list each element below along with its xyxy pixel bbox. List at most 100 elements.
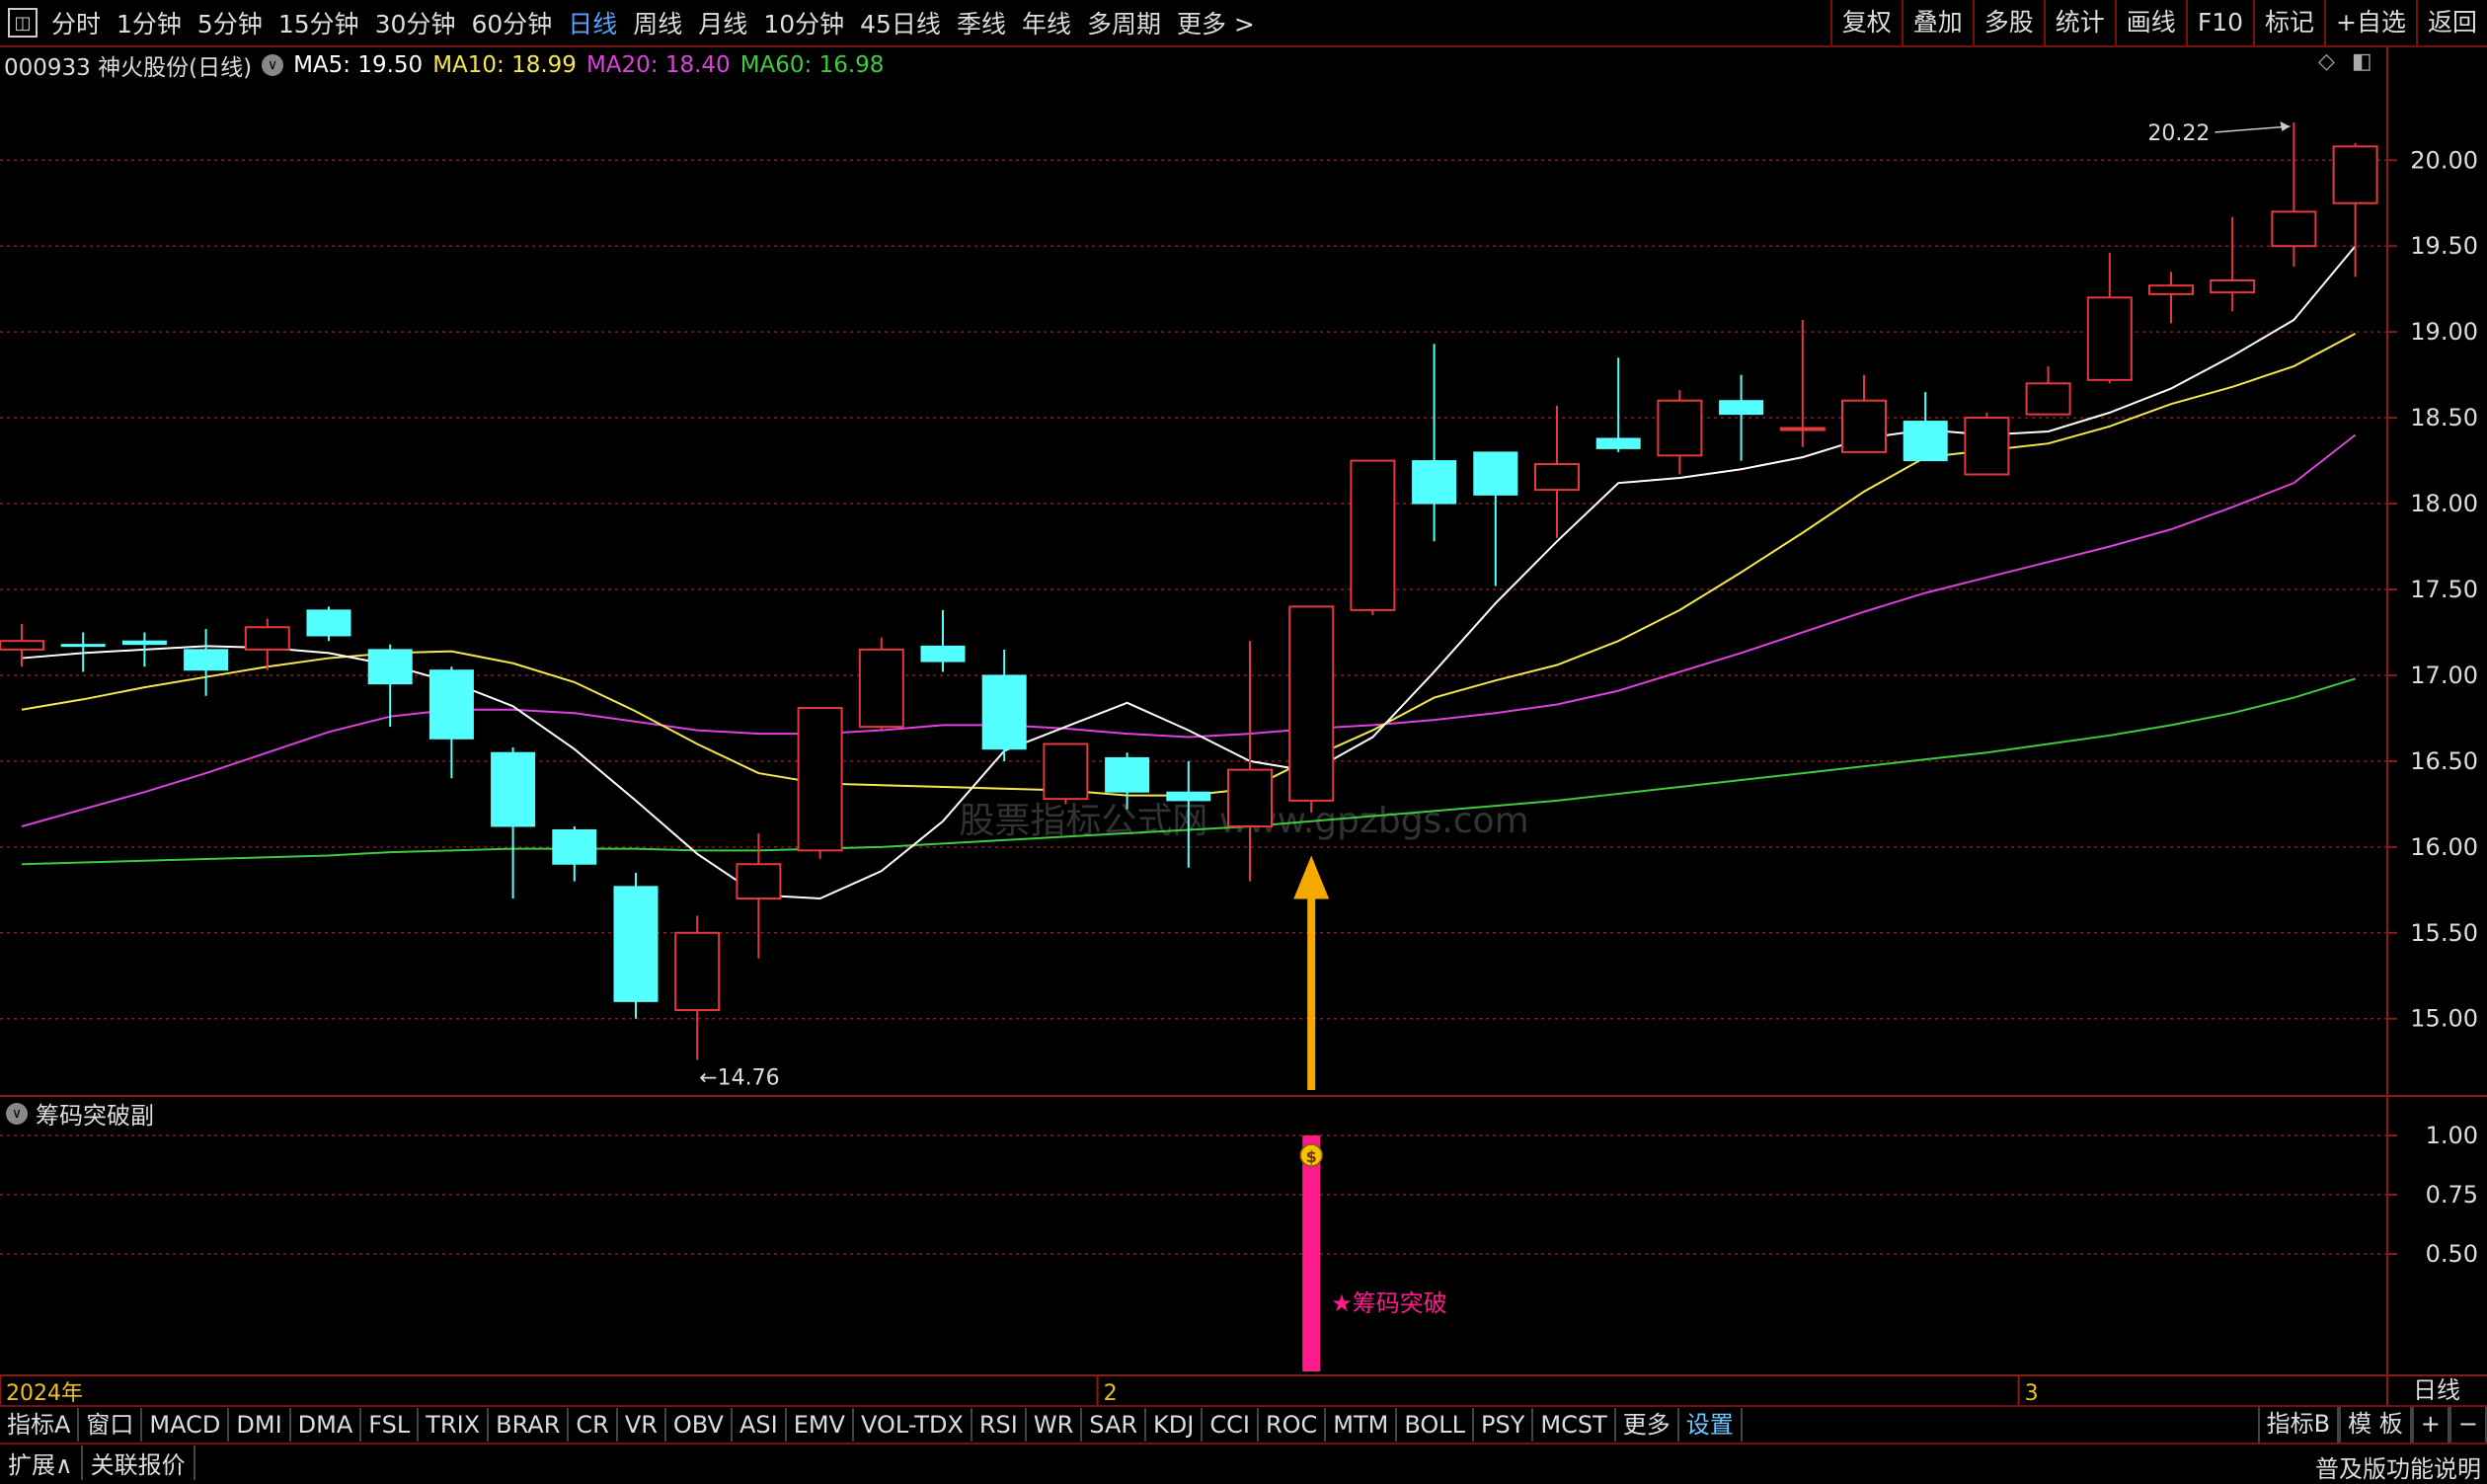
toolbar-button-7[interactable]: +自选 [2324, 0, 2416, 45]
candle-21 [1288, 605, 1335, 814]
related-quote-button[interactable]: 关联报价 [83, 1445, 195, 1480]
toolbar-button-1[interactable]: 叠加 [1901, 0, 1973, 45]
period-label-right: 日线 [2413, 1376, 2460, 1404]
indicator-tab-11[interactable]: ASI [733, 1408, 787, 1442]
indicator-tab-13[interactable]: VOL-TDX [854, 1408, 972, 1442]
indicator-tab-21[interactable]: BOLL [1397, 1408, 1475, 1442]
indicator-tab-15[interactable]: WR [1027, 1408, 1083, 1442]
indicator-tab-1[interactable]: 窗口 [79, 1408, 143, 1442]
ytick-label-10: 15.00 [2410, 1005, 2478, 1033]
toolbar-button-8[interactable]: 返回 [2415, 0, 2487, 45]
candle-body-8 [491, 751, 536, 827]
candle-32 [1964, 412, 2010, 476]
toolbar-button-6[interactable]: 标记 [2253, 0, 2324, 45]
ytick-label-5: 17.50 [2410, 576, 2478, 603]
period-tab-12[interactable]: 年线 [1014, 5, 1079, 40]
period-tab-0[interactable]: 分时 [43, 5, 109, 40]
indicator-tab-4[interactable]: DMA [291, 1408, 362, 1442]
candle-37 [2271, 121, 2317, 268]
toolbar-button-5[interactable]: F10 [2185, 0, 2253, 45]
candle-27 [1657, 390, 1703, 475]
indicator-tab-10[interactable]: OBV [666, 1408, 733, 1442]
version-info-link[interactable]: 普及版功能说明 [2315, 1449, 2481, 1484]
candle-body-36 [2210, 278, 2256, 294]
toolbar-button-4[interactable]: 画线 [2114, 0, 2186, 45]
indicator-tab-2[interactable]: MACD [142, 1408, 230, 1442]
candle-body-13 [797, 706, 843, 852]
ma10-line [21, 333, 2357, 797]
indicator-tab-12[interactable]: EMV [787, 1408, 854, 1442]
indicator-toolbar: 指标A 窗口 MACD DMI DMA FSL TRIX BRAR CR VR OBV ASI EMV V… [0, 1405, 2487, 1445]
period-tab-9[interactable]: 10分钟 [755, 5, 852, 40]
toolbar-button-3[interactable]: 统计 [2043, 0, 2115, 45]
low-label: ←14.76 [699, 1065, 779, 1090]
toolbar-button-2[interactable]: 多股 [1972, 0, 2044, 45]
candle-34 [2086, 253, 2133, 384]
indicator-right-button-2[interactable]: + [2411, 1407, 2449, 1443]
candle-body-33 [2025, 382, 2071, 416]
toolbar-button-0[interactable]: 复权 [1829, 0, 1902, 45]
period-tab-7[interactable]: 周线 [625, 5, 690, 40]
indicator-tab-8[interactable]: CR [569, 1408, 618, 1442]
indicator-tab-14[interactable]: RSI [972, 1408, 1027, 1442]
candle-body-37 [2271, 210, 2317, 248]
candle-38 [2332, 142, 2378, 277]
candle-23 [1412, 344, 1457, 542]
indicator-tab-0[interactable]: 指标A [0, 1408, 80, 1442]
period-tab-8[interactable]: 月线 [690, 5, 755, 40]
subpanel-header: ∨ 筹码突破副 [6, 1096, 154, 1131]
candle-25 [1534, 405, 1580, 538]
right-toolbar: 复权 叠加 多股 统计 画线 F10 标记 +自选 返回 [1829, 0, 2487, 45]
indicator-tab-24[interactable]: 更多 [1616, 1408, 1679, 1442]
period-tab-3[interactable]: 15分钟 [271, 5, 367, 40]
period-tab-2[interactable]: 5分钟 [190, 5, 271, 40]
candle-29 [1779, 319, 1826, 447]
period-tab-1[interactable]: 1分钟 [109, 5, 190, 40]
candle-body-22 [1350, 459, 1396, 611]
indicator-tab-6[interactable]: TRIX [419, 1408, 490, 1442]
indicator-tab-17[interactable]: KDJ [1146, 1408, 1204, 1442]
high-arrow-head [2280, 120, 2291, 131]
candle-13 [797, 706, 843, 860]
indicator-right-button-3[interactable]: − [2448, 1407, 2487, 1443]
sub-ytick-label-0: 1.00 [2426, 1122, 2478, 1149]
toggle-panel-icon[interactable]: ◫ [8, 8, 38, 38]
indicator-right-button-0[interactable]: 指标B [2257, 1407, 2340, 1443]
candle-30 [1841, 374, 1887, 453]
indicator-tab-19[interactable]: ROC [1259, 1408, 1327, 1442]
indicator-right-button-1[interactable]: 模 板 [2339, 1407, 2412, 1443]
period-tab-13[interactable]: 多周期 [1079, 5, 1169, 40]
indicator-tab-23[interactable]: MCST [1533, 1408, 1616, 1442]
kline-chart: 股票指标公式网 www.gpzbgs.com 20.22←14.76 20.00… [0, 47, 2487, 1405]
period-tab-10[interactable]: 45日线 [852, 5, 949, 40]
period-tab-4[interactable]: 30分钟 [367, 5, 464, 40]
ytick-label-0: 20.00 [2410, 146, 2478, 174]
candle-33 [2025, 365, 2071, 416]
ytick-label-2: 19.00 [2410, 318, 2478, 346]
indicator-tab-18[interactable]: CCI [1203, 1408, 1259, 1442]
candle-body-32 [1964, 417, 2010, 476]
candle-24 [1473, 451, 1518, 586]
period-tab-5[interactable]: 60分钟 [463, 5, 560, 40]
candle-12 [736, 832, 782, 959]
period-tab-6[interactable]: 日线 [560, 5, 625, 40]
indicator-tab-16[interactable]: SAR [1082, 1408, 1147, 1442]
indicator-tab-22[interactable]: PSY [1474, 1408, 1534, 1442]
candle-body-25 [1534, 463, 1580, 492]
subpanel-dropdown-icon[interactable]: ∨ [6, 1102, 28, 1125]
candle-26 [1595, 357, 1641, 452]
candle-body-6 [367, 649, 413, 685]
expand-button[interactable]: 扩展∧ [0, 1445, 83, 1480]
indicator-tab-7[interactable]: BRAR [489, 1408, 570, 1442]
indicator-tab-5[interactable]: FSL [361, 1408, 420, 1442]
candle-3 [184, 628, 229, 696]
sub-ytick-label-1: 0.75 [2426, 1181, 2478, 1209]
candle-body-5 [306, 609, 351, 637]
indicator-tab-9[interactable]: VR [618, 1408, 666, 1442]
period-tab-14[interactable]: 更多 > [1169, 5, 1263, 40]
period-tab-11[interactable]: 季线 [949, 5, 1014, 40]
indicator-tab-3[interactable]: DMI [229, 1408, 291, 1442]
indicator-tab-25[interactable]: 设置 [1679, 1408, 1743, 1442]
money-bag-symbol: $ [1306, 1147, 1317, 1166]
indicator-tab-20[interactable]: MTM [1326, 1408, 1398, 1442]
